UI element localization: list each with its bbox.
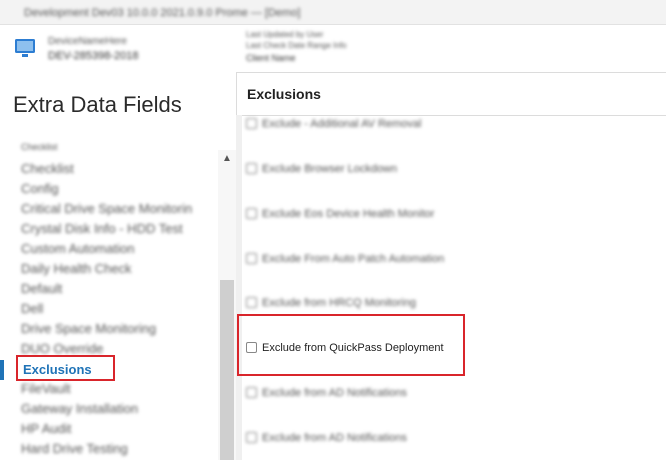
device-client: Client Name bbox=[246, 53, 296, 63]
device-info-2: Last Check Date Range Info bbox=[246, 41, 347, 50]
chevron-up-icon[interactable]: ▲ bbox=[219, 152, 235, 166]
sidebar-item[interactable]: Daily Health Check bbox=[21, 261, 132, 276]
monitor-icon bbox=[15, 39, 35, 57]
checkbox[interactable] bbox=[246, 208, 257, 220]
sidebar-item[interactable]: Checklist bbox=[21, 142, 58, 152]
device-id: DEV-285398-2018 bbox=[48, 50, 139, 62]
sidebar-item[interactable]: Critical Drive Space Monitorin bbox=[21, 201, 192, 216]
sidebar-item[interactable]: Crystal Disk Info - HDD Test bbox=[21, 221, 183, 236]
device-info-1: Last Updated by User bbox=[246, 30, 324, 39]
sidebar-item[interactable]: Checklist bbox=[21, 161, 74, 176]
sidebar-item[interactable]: Default bbox=[21, 281, 62, 296]
section-title: Exclusions bbox=[247, 86, 321, 102]
checkbox[interactable] bbox=[246, 118, 257, 130]
sidebar-item[interactable]: Gateway Installation bbox=[21, 401, 138, 416]
highlight-box-quickpass bbox=[237, 314, 465, 376]
sidebar-item[interactable]: DUO Override bbox=[21, 341, 103, 356]
sidebar-item[interactable]: HP Audit bbox=[21, 421, 71, 436]
checkbox-row[interactable]: Exclude from AD Notifications bbox=[246, 384, 407, 400]
scrollbar-thumb[interactable] bbox=[220, 280, 234, 460]
window-titlebar: Development Dev03 10.0.0 2021.0.9.0 Prom… bbox=[0, 0, 666, 25]
page-title: Extra Data Fields bbox=[13, 92, 182, 117]
checkbox[interactable] bbox=[246, 387, 257, 399]
checkbox-row[interactable]: Exclude Browser Lockdown bbox=[246, 160, 397, 176]
sidebar-item[interactable]: Hard Drive Testing bbox=[21, 441, 128, 456]
sidebar-item[interactable]: Drive Space Monitoring bbox=[21, 321, 156, 336]
panel-divider bbox=[236, 115, 242, 460]
highlight-box-exclusions bbox=[16, 355, 115, 381]
sidebar-item[interactable]: FileVault bbox=[21, 381, 71, 396]
sidebar-item[interactable]: Custom Automation bbox=[21, 241, 134, 256]
sidebar-item[interactable]: Config bbox=[21, 181, 59, 196]
sidebar-item[interactable]: Dell bbox=[21, 301, 43, 316]
checkbox[interactable] bbox=[246, 297, 257, 309]
checkbox-row[interactable]: Exclude from AD Notifications bbox=[246, 429, 407, 445]
checkbox[interactable] bbox=[246, 253, 257, 265]
checkbox-row[interactable]: Exclude - Additional AV Removal bbox=[246, 115, 421, 131]
window-title: Development Dev03 10.0.0 2021.0.9.0 Prom… bbox=[24, 7, 301, 19]
checkbox-row[interactable]: Exclude Eos Device Health Monitor bbox=[246, 205, 434, 221]
device-name: DeviceNameHere bbox=[48, 36, 127, 47]
checkbox[interactable] bbox=[246, 163, 257, 175]
active-indicator bbox=[0, 360, 4, 380]
checkbox[interactable] bbox=[246, 432, 257, 444]
checkbox-row[interactable]: Exclude from HRCQ Monitoring bbox=[246, 294, 416, 310]
checkbox-row[interactable]: Exclude From Auto Patch Automation bbox=[246, 250, 444, 266]
